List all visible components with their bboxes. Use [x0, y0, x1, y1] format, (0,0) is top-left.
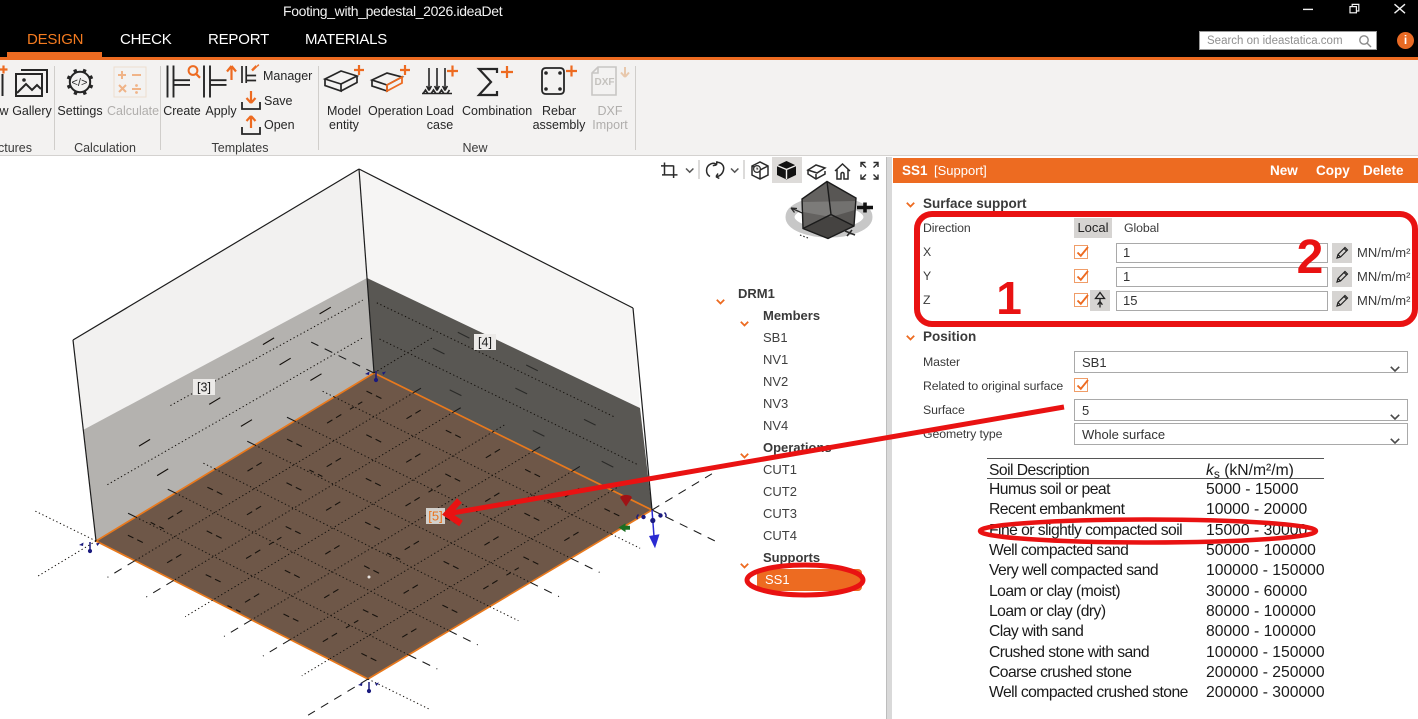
svg-text:</>: </>	[72, 77, 88, 89]
svg-text:[4]: [4]	[478, 336, 492, 350]
svg-text:[5]: [5]	[428, 509, 442, 524]
svg-text:[3]: [3]	[197, 381, 211, 395]
svg-text:DXF: DXF	[595, 77, 615, 88]
